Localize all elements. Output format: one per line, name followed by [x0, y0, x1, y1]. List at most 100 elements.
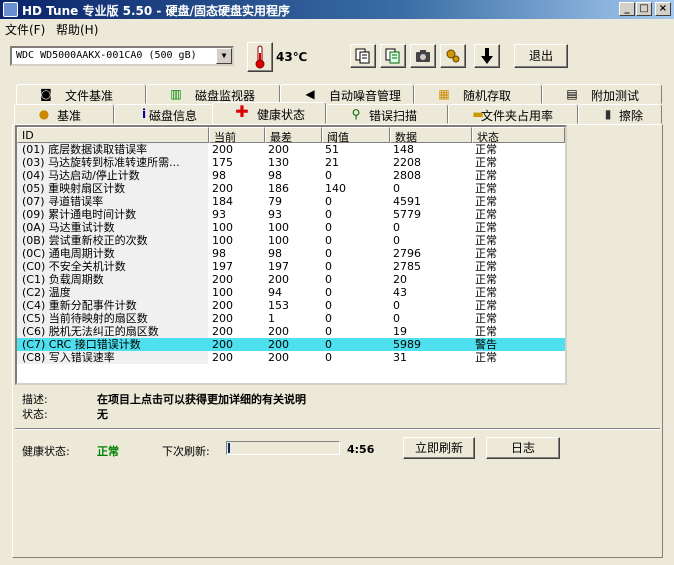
- row-status: 正常: [475, 351, 497, 364]
- row-threshold: 0: [325, 286, 332, 299]
- row-current: 200: [212, 338, 233, 351]
- copy-all-button[interactable]: [380, 44, 406, 68]
- maximize-button[interactable]: □: [636, 2, 652, 16]
- row-current: 200: [212, 312, 233, 325]
- row-threshold: 0: [325, 299, 332, 312]
- table-row[interactable]: (C8) 写入错误速率 200 200 0 31 正常: [17, 351, 565, 364]
- header-id[interactable]: ID: [17, 127, 209, 143]
- magnifier-icon: ⚲: [351, 107, 361, 121]
- row-threshold: 0: [325, 312, 332, 325]
- row-data: 0: [393, 234, 400, 247]
- copy-text-button[interactable]: [350, 44, 376, 68]
- copy-all-icon: [385, 48, 400, 64]
- drive-select[interactable]: WDC WD5000AAKX-001CA0 (500 gB) ▼: [10, 46, 234, 66]
- row-id: (05) 重映射扇区计数: [22, 182, 126, 195]
- trash-icon: ▮: [604, 107, 612, 121]
- table-row[interactable]: (07) 寻道错误率 184 79 0 4591 正常: [17, 195, 565, 208]
- row-threshold: 0: [325, 273, 332, 286]
- row-status: 正常: [475, 182, 497, 195]
- row-current: 100: [212, 234, 233, 247]
- row-id: (0A) 马达重试计数: [22, 221, 115, 234]
- row-data: 2796: [393, 247, 421, 260]
- header-worst[interactable]: 最差: [265, 127, 322, 144]
- row-data: 0: [393, 182, 400, 195]
- tab-disk-info[interactable]: i 磁盘信息: [114, 104, 214, 124]
- thermometer-icon: [255, 45, 265, 69]
- table-row[interactable]: (05) 重映射扇区计数 200 186 140 0 正常: [17, 182, 565, 195]
- thermometer-button[interactable]: [247, 42, 273, 72]
- screenshot-button[interactable]: [410, 44, 436, 68]
- tab-folder-usage[interactable]: ▬ 文件夹占用率: [448, 104, 578, 124]
- tab-extra-tests[interactable]: ▤ 附加测试: [542, 84, 662, 104]
- table-row[interactable]: (03) 马达旋转到标准转速所需... 175 130 21 2208 正常: [17, 156, 565, 169]
- table-row[interactable]: (C1) 负载周期数 200 200 0 20 正常: [17, 273, 565, 286]
- tab-random-access[interactable]: ▦ 随机存取: [414, 84, 542, 104]
- refresh-now-button[interactable]: 立即刷新: [403, 437, 475, 459]
- row-data: 0: [393, 299, 400, 312]
- header-status[interactable]: 状态: [472, 127, 565, 144]
- table-row[interactable]: (01) 底层数据读取错误率 200 200 51 148 正常: [17, 143, 565, 156]
- tab-health[interactable]: ✚ 健康状态: [212, 102, 326, 124]
- menu-file[interactable]: 文件(F): [5, 21, 45, 38]
- close-button[interactable]: ×: [655, 2, 671, 16]
- drive-select-value: WDC WD5000AAKX-001CA0 (500 gB): [16, 50, 197, 61]
- table-row[interactable]: (04) 马达启动/停止计数 98 98 0 2808 正常: [17, 169, 565, 182]
- row-current: 200: [212, 299, 233, 312]
- row-current: 197: [212, 260, 233, 273]
- table-row[interactable]: (C6) 脱机无法纠正的扇区数 200 200 0 19 正常: [17, 325, 565, 338]
- log-button[interactable]: 日志: [486, 437, 560, 459]
- row-status: 正常: [475, 208, 497, 221]
- tab-error-scan[interactable]: ⚲ 错误扫描: [326, 104, 448, 124]
- row-threshold: 0: [325, 169, 332, 182]
- row-threshold: 21: [325, 156, 339, 169]
- arrow-down-icon: [481, 48, 493, 64]
- table-row[interactable]: (0C) 通电周期计数 98 98 0 2796 正常: [17, 247, 565, 260]
- tab-file-benchmark[interactable]: ◙ 文件基准: [16, 84, 146, 104]
- table-row[interactable]: (C7) CRC 接口错误计数 200 200 0 5989 警告: [17, 338, 565, 351]
- row-id: (C2) 温度: [22, 286, 71, 299]
- row-status: 正常: [475, 221, 497, 234]
- row-threshold: 0: [325, 247, 332, 260]
- row-status: 正常: [475, 195, 497, 208]
- row-data: 2785: [393, 260, 421, 273]
- temperature-readout: 43℃: [276, 50, 308, 64]
- tab-benchmark[interactable]: ● 基准: [14, 104, 114, 124]
- chevron-down-icon[interactable]: ▼: [216, 48, 232, 64]
- exit-button[interactable]: 退出: [514, 44, 568, 68]
- row-id: (C1) 负载周期数: [22, 273, 104, 286]
- row-status: 正常: [475, 286, 497, 299]
- row-current: 98: [212, 169, 226, 182]
- status-label: 状态:: [22, 408, 48, 421]
- row-id: (09) 累计通电时间计数: [22, 208, 137, 221]
- tab-disk-monitor[interactable]: ▥ 磁盘监视器: [146, 84, 280, 104]
- benchmark-icon: ●: [38, 107, 50, 121]
- header-data[interactable]: 数据: [390, 127, 472, 144]
- smart-attribute-list[interactable]: ID 当前 最差 阈值 数据 状态 (01) 底层数据读取错误率 200 200 51…: [15, 125, 567, 385]
- row-worst: 130: [268, 156, 289, 169]
- table-row[interactable]: (C0) 不安全关机计数 197 197 0 2785 正常: [17, 260, 565, 273]
- tab-erase[interactable]: ▮ 擦除: [578, 104, 662, 124]
- row-worst: 186: [268, 182, 289, 195]
- row-id: (01) 底层数据读取错误率: [22, 143, 148, 156]
- table-row[interactable]: (C4) 重新分配事件计数 200 153 0 0 正常: [17, 299, 565, 312]
- header-current[interactable]: 当前: [209, 127, 265, 144]
- table-row[interactable]: (C2) 温度 100 94 0 43 正常: [17, 286, 565, 299]
- table-row[interactable]: (0B) 尝试重新校正的次数 100 100 0 0 正常: [17, 234, 565, 247]
- file-benchmark-icon: ◙: [40, 87, 52, 101]
- options-button[interactable]: [440, 44, 466, 68]
- refresh-progress-fill: [228, 443, 230, 453]
- health-cross-icon: ✚: [235, 102, 249, 121]
- table-row[interactable]: (09) 累计通电时间计数 93 93 0 5779 正常: [17, 208, 565, 221]
- save-button[interactable]: [474, 44, 500, 68]
- header-threshold[interactable]: 阈值: [322, 127, 390, 144]
- minimize-button[interactable]: _: [619, 2, 635, 16]
- row-threshold: 0: [325, 351, 332, 364]
- row-status: 警告: [475, 338, 497, 351]
- copy-icon: [355, 48, 370, 64]
- row-id: (0B) 尝试重新校正的次数: [22, 234, 148, 247]
- tab-aam[interactable]: ◀ 自动噪音管理: [280, 84, 414, 104]
- table-row[interactable]: (0A) 马达重试计数 100 100 0 0 正常: [17, 221, 565, 234]
- row-id: (04) 马达启动/停止计数: [22, 169, 140, 182]
- menu-help[interactable]: 帮助(H): [56, 21, 98, 38]
- table-row[interactable]: (C5) 当前待映射的扇区数 200 1 0 0 正常: [17, 312, 565, 325]
